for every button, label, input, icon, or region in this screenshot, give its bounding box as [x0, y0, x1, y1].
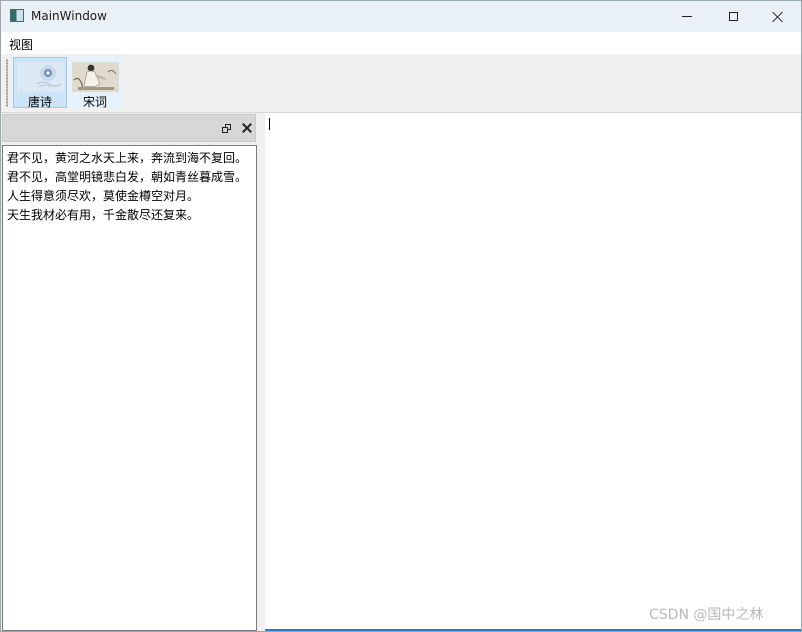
menu-bar: 视图 [1, 32, 801, 54]
poem-line: 人生得意须尽欢，莫使金樽空对月。 [7, 189, 200, 203]
song-ci-button[interactable]: 宋词 [68, 57, 122, 109]
close-button[interactable] [755, 1, 801, 32]
maximize-icon [728, 12, 738, 21]
minimize-button[interactable] [664, 1, 710, 32]
toolbar-grip[interactable] [6, 59, 8, 107]
tang-poetry-button[interactable]: 唐诗 [13, 57, 67, 109]
window-title: MainWindow [31, 9, 107, 23]
main-window: MainWindow 视图 唐诗 宋词 君不见，黄河之水天上来，奔流到海不复回。… [0, 0, 802, 632]
text-caret [269, 118, 270, 130]
dock-widget: 君不见，黄河之水天上来，奔流到海不复回。 君不见，高堂明镜悲白发，朝如青丝暮成雪… [1, 113, 258, 631]
poem-line: 天生我材必有用，千金散尽还复来。 [7, 208, 200, 222]
tang-poetry-icon [17, 62, 64, 92]
tang-poetry-label: 唐诗 [27, 95, 52, 109]
minimize-icon [682, 16, 692, 17]
menu-view[interactable]: 视图 [9, 36, 33, 53]
app-icon [10, 9, 24, 22]
dock-float-button[interactable] [222, 124, 231, 133]
poem-line: 君不见，高堂明镜悲白发，朝如青丝暮成雪。 [7, 170, 248, 184]
close-icon [772, 11, 784, 23]
dock-close-button[interactable] [242, 123, 252, 133]
poem-line: 君不见，黄河之水天上来，奔流到海不复回。 [7, 151, 248, 165]
maximize-button[interactable] [710, 1, 756, 32]
central-text-editor[interactable] [265, 113, 801, 631]
poem-text-area[interactable]: 君不见，黄河之水天上来，奔流到海不复回。 君不见，高堂明镜悲白发，朝如青丝暮成雪… [2, 145, 257, 631]
toolbar: 唐诗 宋词 [1, 54, 801, 113]
title-bar[interactable]: MainWindow [1, 1, 801, 32]
song-ci-label: 宋词 [82, 95, 107, 109]
song-ci-icon [72, 62, 119, 92]
dock-title-bar[interactable] [2, 114, 256, 142]
watermark: CSDN @国中之林 [649, 607, 764, 623]
